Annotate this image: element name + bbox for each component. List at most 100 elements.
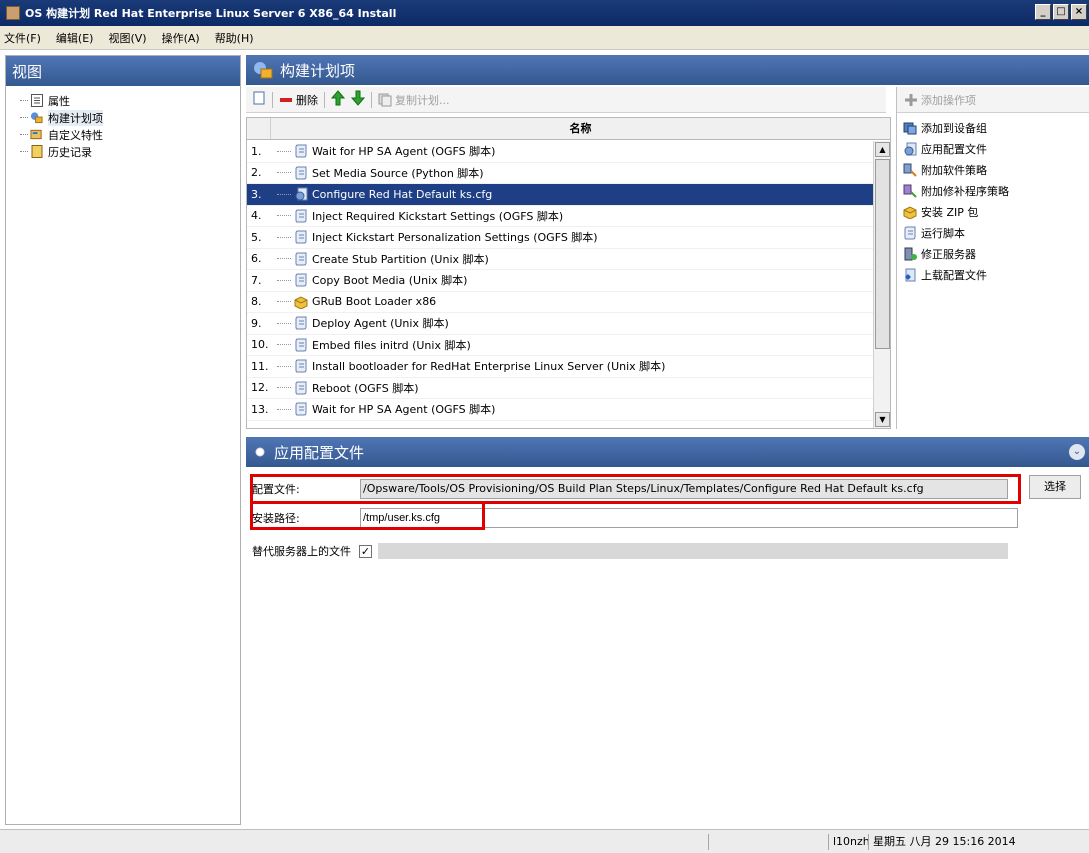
- choose-button[interactable]: 选择: [1029, 475, 1081, 499]
- table-row[interactable]: 6. Create Stub Partition (Unix 脚本): [247, 249, 873, 270]
- step-number: 5.: [251, 230, 262, 244]
- actions-pane: 添加操作项 添加到设备组 应用配置文件附加软件策略附加修补程序策略 安装 ZIP 包…: [896, 87, 1089, 429]
- table-row[interactable]: 13. Wait for HP SA Agent (OGFS 脚本): [247, 399, 873, 421]
- number-column-header: [247, 118, 271, 139]
- action-label: 运行脚本: [921, 226, 965, 240]
- tree-connector: [277, 193, 291, 195]
- add-action-button[interactable]: 添加操作项: [897, 87, 1089, 113]
- replace-file-row: 替代服务器上的文件 ✓: [252, 543, 1008, 559]
- step-number: 2.: [251, 166, 262, 180]
- script-icon: [294, 166, 308, 180]
- collapse-icon[interactable]: ⌄: [1069, 444, 1085, 460]
- step-name: GRuB Boot Loader x86: [312, 295, 437, 309]
- menu-bar: 文件(F) 编辑(E) 视图(V) 操作(A) 帮助(H): [0, 26, 1089, 50]
- step-name: Configure Red Hat Default ks.cfg: [312, 187, 493, 201]
- copy-icon: [378, 93, 392, 106]
- step-number: 13.: [251, 402, 269, 416]
- table-row[interactable]: 8. GRuB Boot Loader x86: [247, 292, 873, 313]
- table-row[interactable]: 12. Reboot (OGFS 脚本): [247, 378, 873, 399]
- table-row[interactable]: 10. Embed files initrd (Unix 脚本): [247, 335, 873, 356]
- step-name: Create Stub Partition (Unix 脚本): [312, 252, 489, 266]
- build-plan-icon: [254, 62, 273, 79]
- table-row[interactable]: 5. Inject Kickstart Personalization Setti…: [247, 227, 873, 249]
- tree-connector: [277, 258, 291, 260]
- table-row[interactable]: 7. Copy Boot Media (Unix 脚本): [247, 270, 873, 292]
- view-pane: 视图 属性 构建计划项 自定义特性 历史记录: [5, 55, 241, 825]
- build-plan-pane: 构建计划项 删除 复制计划... 名称 1. Wait for HP SA Age…: [246, 55, 1089, 433]
- action-item[interactable]: 安装 ZIP 包: [897, 201, 1089, 222]
- table-row[interactable]: 3. Configure Red Hat Default ks.cfg: [247, 184, 873, 206]
- tree-item-properties[interactable]: 属性: [20, 92, 240, 109]
- menu-action[interactable]: 操作(A): [162, 30, 200, 46]
- step-name: Install bootloader for RedHat Enterprise…: [312, 360, 666, 374]
- table-row[interactable]: 11. Install bootloader for RedHat Enterpr…: [247, 356, 873, 378]
- tree-connector: [277, 322, 291, 324]
- tree-connector: [277, 236, 291, 238]
- step-name: Wait for HP SA Agent (OGFS 脚本): [312, 403, 496, 417]
- tree-item-history[interactable]: 历史记录: [20, 143, 240, 160]
- tree-item-custom-attributes[interactable]: 自定义特性: [20, 126, 240, 143]
- action-label: 附加软件策略: [921, 163, 987, 177]
- scroll-thumb[interactable]: [875, 159, 890, 349]
- action-label: 附加修补程序策略: [921, 184, 1009, 198]
- script-icon: [294, 273, 308, 287]
- step-number: 3.: [251, 187, 262, 201]
- menu-view[interactable]: 视图(V): [108, 30, 146, 46]
- move-up-button[interactable]: [330, 90, 346, 109]
- software-policy-icon: [903, 163, 917, 177]
- add-action-label: 添加操作项: [921, 93, 976, 107]
- minus-icon: [280, 97, 292, 102]
- step-number: 6.: [251, 252, 262, 266]
- tree-item-build-plan[interactable]: 构建计划项: [20, 109, 240, 126]
- name-column-header[interactable]: 名称: [271, 118, 890, 139]
- view-pane-title: 视图: [6, 56, 240, 86]
- table-row[interactable]: 4. Inject Required Kickstart Settings (OG…: [247, 206, 873, 227]
- action-label: 修正服务器: [921, 247, 976, 261]
- action-item[interactable]: 运行脚本: [897, 222, 1089, 243]
- replace-file-checkbox[interactable]: ✓: [359, 544, 372, 558]
- tree-connector: [277, 215, 291, 217]
- config-file-icon: [903, 142, 917, 156]
- action-item[interactable]: 添加到设备组: [897, 117, 1089, 138]
- table-row[interactable]: 2. Set Media Source (Python 脚本): [247, 163, 873, 184]
- move-down-button[interactable]: [350, 90, 366, 109]
- action-item[interactable]: 附加软件策略: [897, 159, 1089, 180]
- table-row[interactable]: 1. Wait for HP SA Agent (OGFS 脚本): [247, 141, 873, 163]
- delete-button[interactable]: 删除: [279, 92, 318, 108]
- maximize-button[interactable]: □: [1053, 4, 1069, 20]
- action-item[interactable]: 上载配置文件: [897, 264, 1089, 285]
- action-item[interactable]: 应用配置文件: [897, 138, 1089, 159]
- arrow-down-icon: [350, 90, 366, 106]
- arrow-up-icon: [330, 90, 346, 106]
- table-row[interactable]: 9. Deploy Agent (Unix 脚本): [247, 313, 873, 335]
- apply-config-header: 应用配置文件 ⌄: [246, 437, 1089, 467]
- plus-icon: [905, 93, 917, 106]
- build-plan-header: 构建计划项: [246, 55, 1089, 85]
- action-label: 安装 ZIP 包: [921, 205, 979, 219]
- toolbar-divider: [272, 91, 273, 108]
- scroll-down-button[interactable]: ▼: [875, 412, 890, 427]
- copy-plan-button[interactable]: 复制计划...: [378, 92, 450, 108]
- new-step-icon[interactable]: [252, 91, 266, 108]
- action-item[interactable]: 附加修补程序策略: [897, 180, 1089, 201]
- step-number: 10.: [251, 338, 269, 352]
- minimize-button[interactable]: _: [1035, 4, 1051, 20]
- menu-edit[interactable]: 编辑(E): [56, 30, 94, 46]
- menu-help[interactable]: 帮助(H): [215, 30, 254, 46]
- tree-connector: [277, 279, 291, 281]
- properties-icon: [30, 94, 43, 107]
- close-button[interactable]: ×: [1071, 4, 1087, 20]
- tree-item-label: 历史记录: [48, 145, 92, 159]
- menu-file[interactable]: 文件(F): [4, 30, 41, 46]
- script-icon: [903, 226, 917, 240]
- status-datetime: 星期五 八月 29 15:16 2014 Asia/Shanghai: [868, 834, 1089, 853]
- tree-connector: [277, 365, 291, 367]
- tree-item-label: 自定义特性: [48, 128, 103, 142]
- scroll-up-button[interactable]: ▲: [875, 142, 890, 157]
- script-icon: [294, 316, 308, 330]
- step-number: 1.: [251, 144, 262, 158]
- script-icon: [294, 338, 308, 352]
- list-scrollbar[interactable]: ▲ ▼: [873, 141, 890, 428]
- action-item[interactable]: 修正服务器: [897, 243, 1089, 264]
- build-plan-toolbar: 删除 复制计划...: [246, 87, 886, 113]
